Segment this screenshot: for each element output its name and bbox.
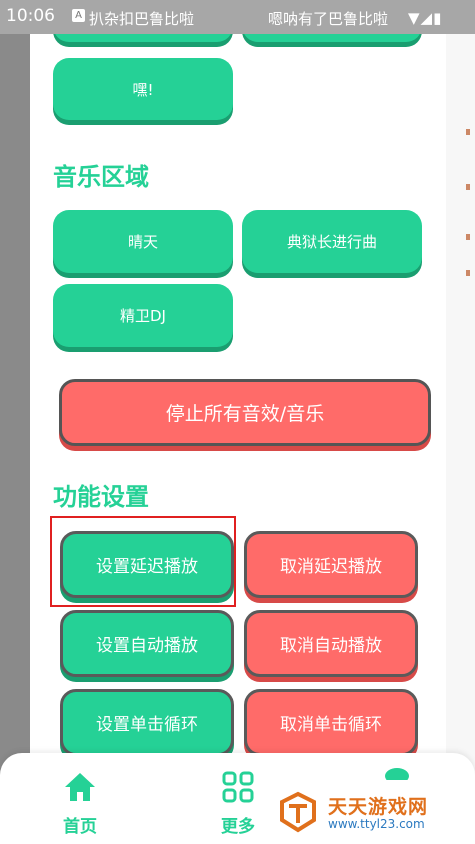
profile-icon bbox=[385, 768, 409, 784]
watermark-url: www.ttyl23.com bbox=[328, 817, 425, 831]
status-time: 10:06 bbox=[6, 6, 55, 26]
nav-profile[interactable] bbox=[380, 765, 414, 785]
set-auto-play-button[interactable]: 设置自动播放 bbox=[60, 610, 234, 677]
highlight-box bbox=[50, 516, 236, 607]
music-button-jingwei-dj[interactable]: 精卫DJ bbox=[53, 284, 233, 347]
cancel-click-loop-button[interactable]: 取消单击循环 bbox=[244, 689, 418, 756]
status-icons: ▼◢▮ bbox=[408, 9, 443, 27]
home-icon bbox=[65, 773, 95, 801]
nav-home-label: 首页 bbox=[63, 817, 97, 837]
hey-button[interactable]: 嘿! bbox=[53, 58, 233, 120]
background-edge bbox=[446, 34, 475, 844]
music-button-warden-march[interactable]: 典狱长进行曲 bbox=[242, 210, 422, 273]
music-button-qingtian[interactable]: 晴天 bbox=[53, 210, 233, 273]
site-watermark: 天天游戏网 www.ttyl23.com bbox=[276, 790, 446, 836]
function-section-title: 功能设置 bbox=[53, 483, 149, 511]
watermark-logo-icon bbox=[280, 791, 316, 833]
status-right-title: 嗯呐有了巴鲁比啦 bbox=[268, 10, 389, 28]
set-click-loop-button[interactable]: 设置单击循环 bbox=[60, 689, 234, 756]
cancel-delay-play-button[interactable]: 取消延迟播放 bbox=[244, 531, 418, 598]
stop-all-button[interactable]: 停止所有音效/音乐 bbox=[59, 379, 431, 446]
status-app-title: 扒杂扣巴鲁比啦 bbox=[89, 10, 195, 28]
watermark-title: 天天游戏网 bbox=[328, 796, 429, 818]
status-bar: 10:06 A 扒杂扣巴鲁比啦 嗯呐有了巴鲁比啦 ▼◢▮ bbox=[0, 0, 475, 34]
app-icon: A bbox=[72, 9, 85, 22]
nav-more-label: 更多 bbox=[221, 817, 255, 837]
music-section-title: 音乐区域 bbox=[53, 163, 149, 191]
nav-more[interactable]: 更多 bbox=[210, 771, 266, 837]
nav-home[interactable]: 首页 bbox=[52, 771, 108, 837]
cancel-auto-play-button[interactable]: 取消自动播放 bbox=[244, 610, 418, 677]
grid-icon bbox=[222, 771, 254, 803]
